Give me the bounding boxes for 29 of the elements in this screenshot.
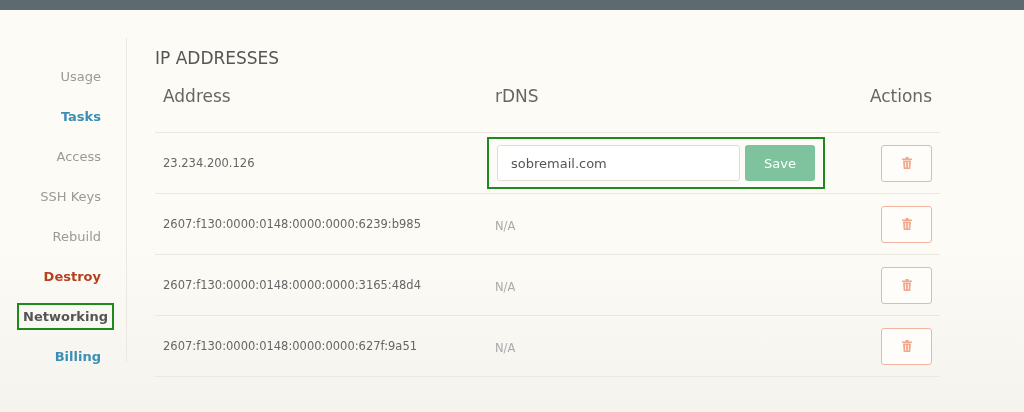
table-cell: N/A [495, 279, 516, 294]
save-button[interactable]: Save [745, 145, 815, 181]
delete-button[interactable] [881, 327, 932, 365]
trash-icon [901, 340, 912, 352]
table-cell: N/A [495, 218, 516, 233]
table-cell-text: 23.234.200.126 [162, 156, 256, 170]
section-title: IP ADDRESSES [155, 48, 281, 68]
sidebar-item[interactable]: Rebuild [49, 223, 104, 250]
trash-icon [901, 279, 912, 291]
column-header: Actions [868, 86, 933, 106]
table-cell-text: 2607:f130:0000:0148:0000:0000:6239:b985 [162, 217, 422, 231]
delete-button[interactable] [881, 266, 932, 304]
sidebar-item[interactable]: Tasks [57, 103, 104, 130]
sidebar-item[interactable]: Billing [51, 343, 104, 370]
sidebar-item[interactable]: Networking [17, 303, 114, 330]
rdns-field[interactable]: sobremail.com [497, 145, 740, 181]
delete-button[interactable] [881, 205, 932, 243]
table-cell: N/A [495, 340, 516, 355]
trash-icon [901, 218, 912, 230]
sidebar-item[interactable]: Destroy [40, 263, 104, 290]
column-header: rDNS [495, 86, 540, 106]
sidebar-item[interactable]: Access [53, 143, 104, 170]
sidebar-item[interactable]: Usage [57, 63, 104, 90]
sidebar-item[interactable]: SSH Keys [37, 183, 104, 210]
table-cell-text: 2607:f130:0000:0148:0000:0000:627f:9a51 [162, 339, 419, 353]
delete-button[interactable] [881, 144, 932, 182]
column-header: Address [162, 86, 232, 106]
table-cell-text: 2607:f130:0000:0148:0000:0000:3165:48d4 [162, 278, 422, 292]
trash-icon [901, 157, 912, 169]
